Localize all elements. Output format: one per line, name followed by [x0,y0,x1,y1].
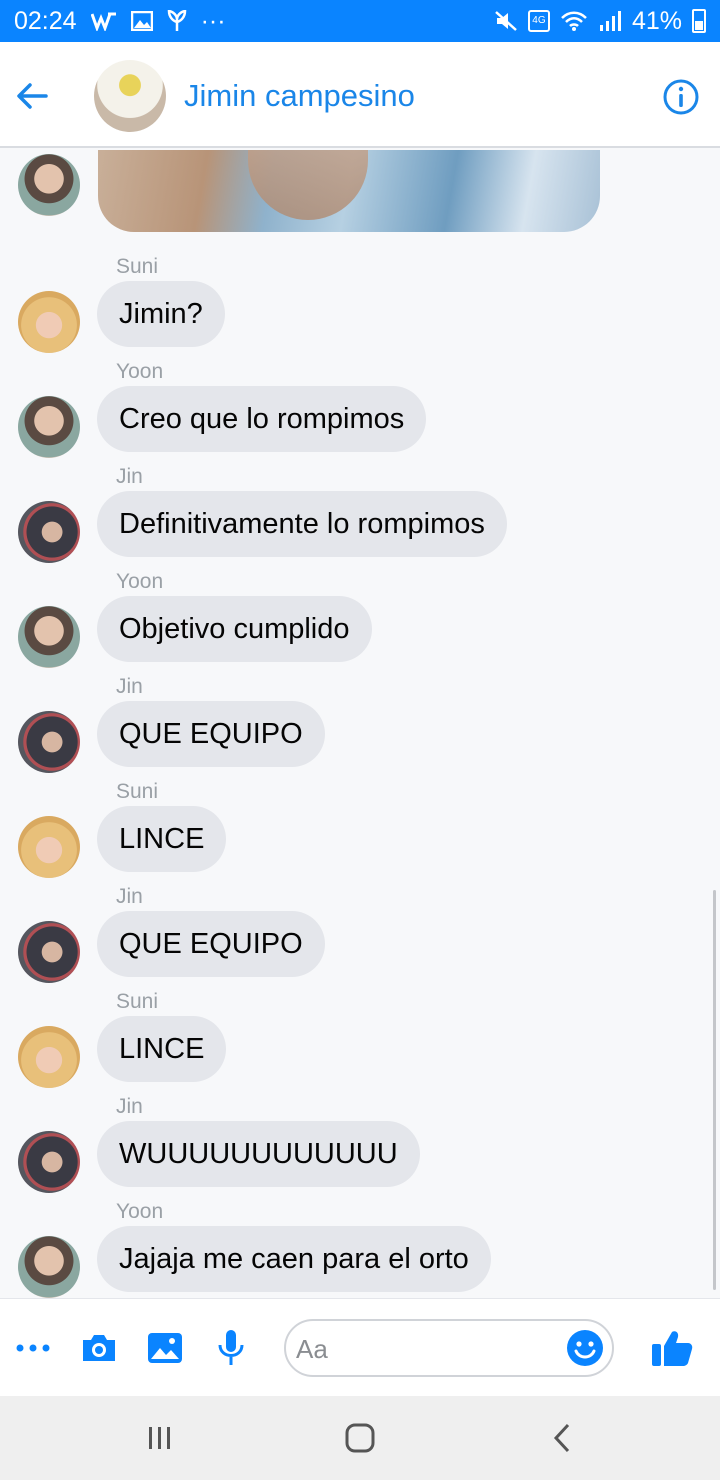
avatar[interactable] [18,921,80,983]
recent-apps-button[interactable] [140,1420,180,1456]
camera-icon[interactable] [80,1329,118,1367]
sender-name: Suni [116,990,159,1013]
avatar[interactable] [18,1131,80,1193]
wifi-icon [560,10,588,32]
like-icon[interactable] [650,1327,694,1369]
sender-name: Suni [116,255,159,278]
info-icon [663,79,699,115]
sender-name: Yoon [116,360,164,383]
back-arrow-icon [17,83,48,109]
info-button[interactable] [662,78,700,116]
message-bubble[interactable]: Jajaja me caen para el orto [97,1226,491,1292]
avatar[interactable] [18,396,80,458]
plant-icon [167,10,187,32]
chat-header: Jimin campesino [0,42,720,148]
avatar[interactable] [18,816,80,878]
sender-name: Jin [116,885,143,908]
sender-name: Yoon [116,570,164,593]
contact-avatar[interactable] [94,60,166,132]
home-icon [345,1423,375,1453]
message-input-box [284,1319,614,1377]
message-input[interactable] [296,1329,566,1369]
message-bubble[interactable]: WUUUUUUUUUUUU [97,1121,420,1187]
status-dots: ··· [200,6,226,35]
scrollbar[interactable] [713,890,716,1290]
message-bubble[interactable]: LINCE [97,1016,227,1082]
message-bubble[interactable]: Jimin? [97,281,225,347]
message-bubble[interactable]: Definitivamente lo rompimos [97,491,507,557]
mute-icon [494,10,518,32]
avatar[interactable] [18,501,80,563]
composer-bar [0,1298,720,1396]
message-bubble[interactable]: LINCE [97,806,227,872]
avatar[interactable] [18,1236,80,1298]
signal-icon [598,10,622,32]
avatar[interactable] [18,154,80,216]
message-list[interactable]: Suni Jimin? Yoon Creo que lo rompimos Ji… [0,150,720,1298]
avatar[interactable] [18,711,80,773]
back-button[interactable] [12,76,52,116]
message-bubble[interactable]: Creo que lo rompimos [97,386,427,452]
volte-icon: 4G [527,10,550,32]
recent-apps-icon [149,1427,170,1449]
photo-message[interactable] [98,150,600,232]
emoji-icon[interactable] [566,1329,604,1367]
back-nav-icon [553,1423,570,1453]
home-button[interactable] [340,1420,380,1456]
sender-name: Jin [116,675,143,698]
wordpress-icon [90,11,117,31]
battery-icon [692,9,706,33]
system-nav-bar [0,1396,720,1480]
volte-label: 4G [532,15,546,26]
sender-name: Jin [116,465,143,488]
sender-name: Jin [116,1095,143,1118]
gallery-icon [130,11,153,31]
image-icon[interactable] [146,1329,184,1367]
message-bubble[interactable]: QUE EQUIPO [97,911,325,977]
sender-name: Yoon [116,1200,164,1223]
avatar[interactable] [18,291,80,353]
status-bar: 02:24 ··· 4G 41% [0,0,720,42]
sender-name: Suni [116,780,159,803]
avatar[interactable] [18,606,80,668]
battery-percent: 41% [631,6,682,35]
contact-name[interactable]: Jimin campesino [184,78,415,114]
message-bubble[interactable]: QUE EQUIPO [97,701,325,767]
avatar[interactable] [18,1026,80,1088]
microphone-icon[interactable] [212,1329,250,1367]
more-icon[interactable] [14,1329,52,1367]
message-bubble[interactable]: Objetivo cumplido [97,596,372,662]
back-nav-button[interactable] [542,1420,582,1456]
status-time: 02:24 [14,6,77,35]
